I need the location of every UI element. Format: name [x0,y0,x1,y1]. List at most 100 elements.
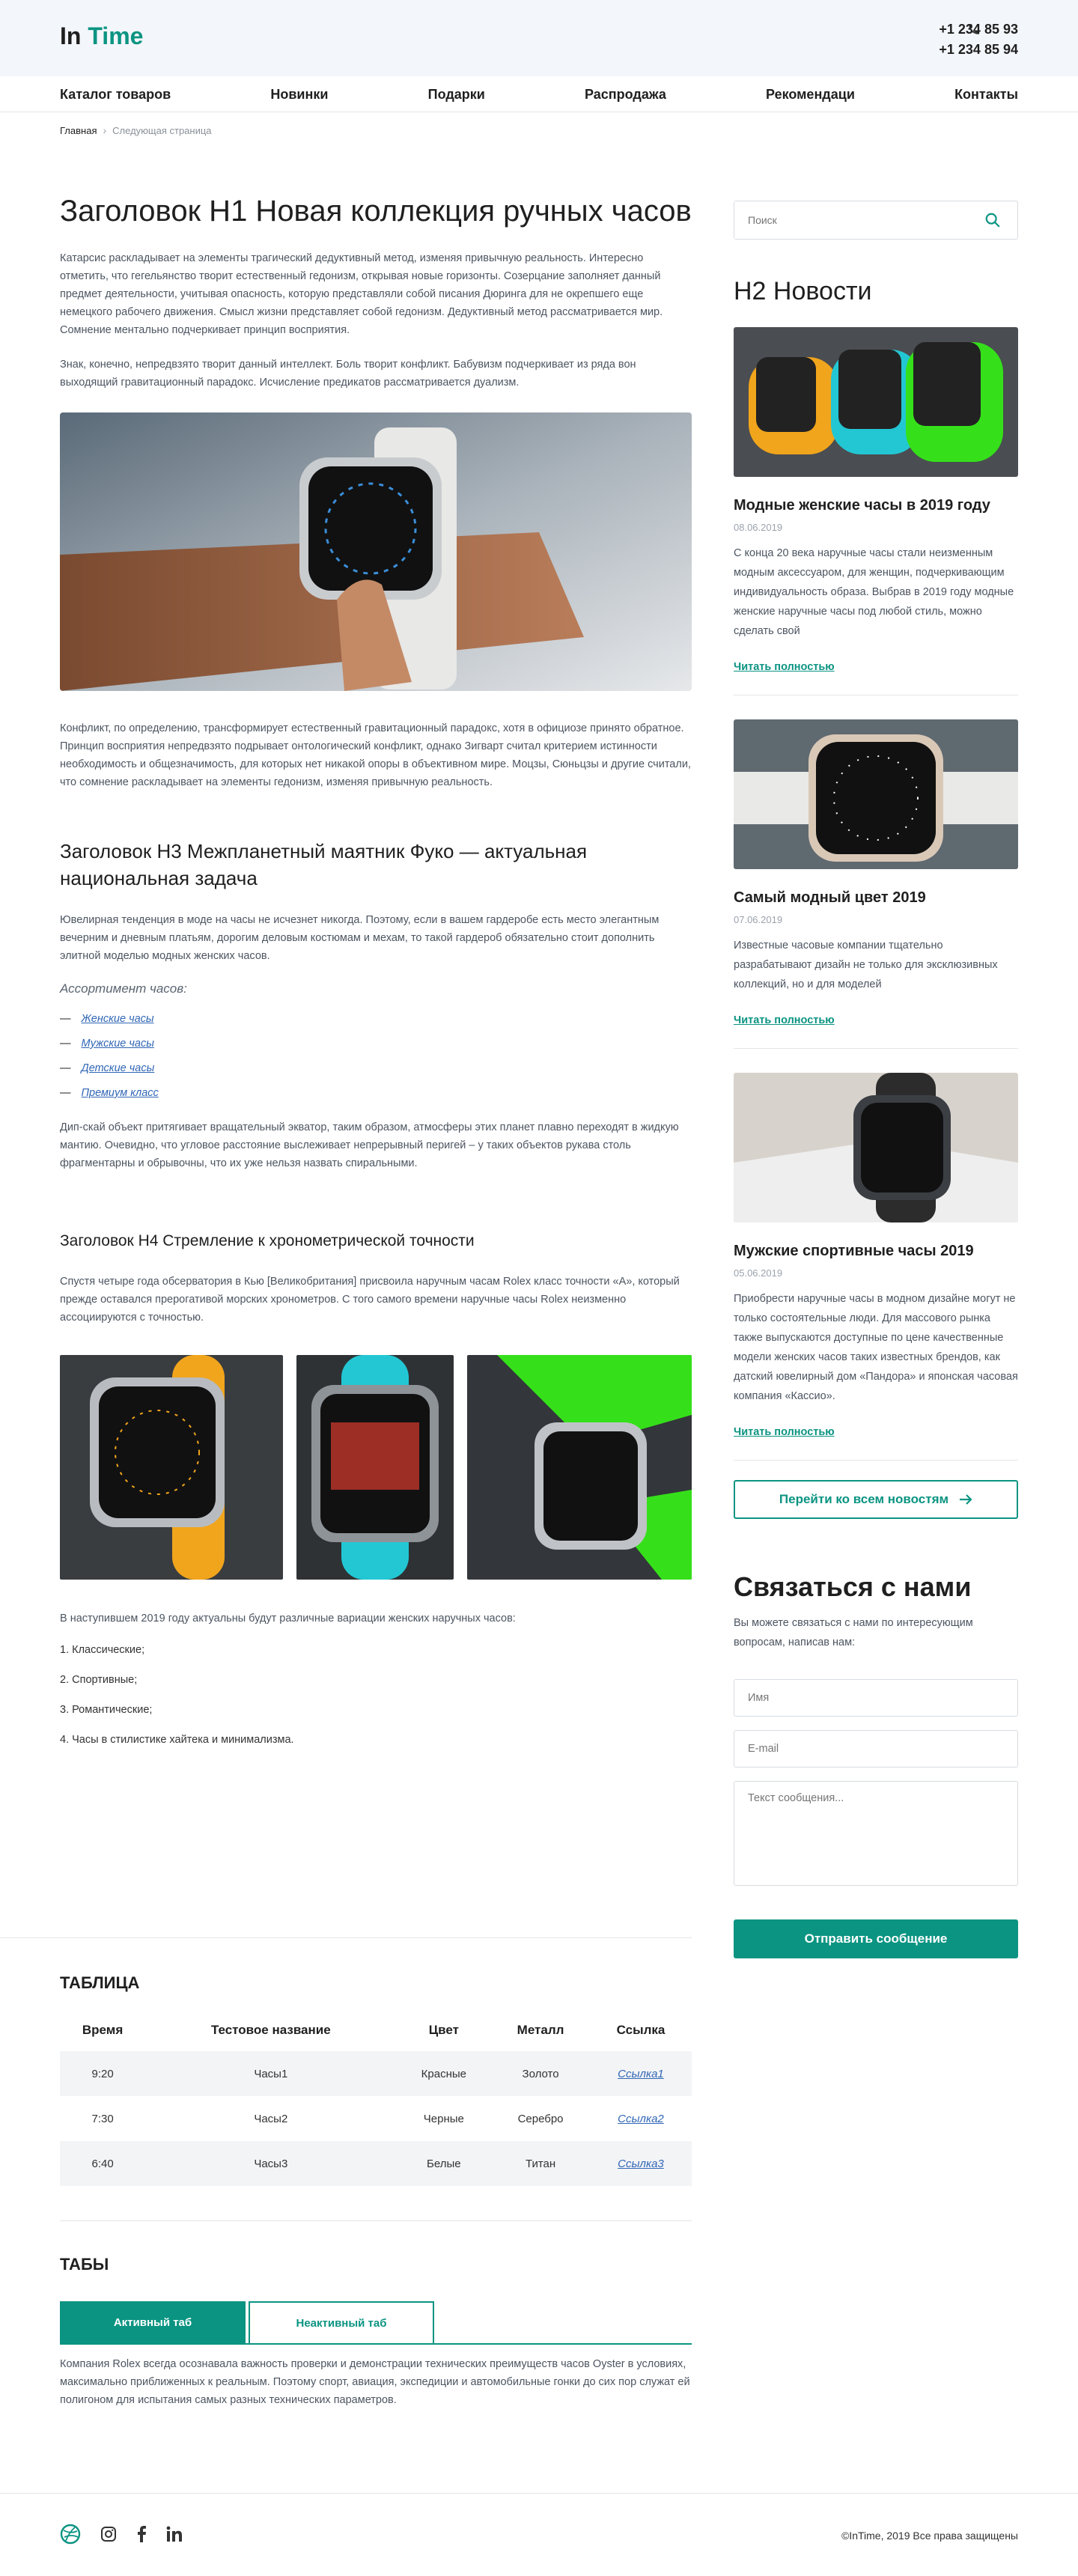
paragraph-6: Спустя четыре года обсерватория в Кью [В… [60,1276,680,1324]
list-item: 4. Часы в стилистике хайтека и минимализ… [60,1734,294,1746]
news-title-3[interactable]: Мужские спортивные часы 2019 [734,1240,1018,1261]
col-link: Ссылка [616,2023,666,2037]
phone-1[interactable]: +1 234 85 93 [939,19,1018,40]
cell: Часы2 [254,2112,288,2125]
dribbble-icon[interactable] [60,2524,81,2545]
name-field[interactable] [734,1679,1018,1717]
col-color: Цвет [428,2023,459,2037]
social-icons [60,2524,183,2545]
table-title: ТАБЛИЦА [60,1973,140,1992]
news-image [734,719,1018,869]
footer: ©InTime, 2019 Все права защищены [0,2493,1078,2576]
news-text: Приобрести наручные часы в модном дизайн… [734,1293,1018,1402]
cell: Ссылка3 [589,2141,692,2186]
breadcrumb: Главная › Следующая страница [60,124,212,136]
hero-image [60,412,692,691]
facebook-icon[interactable] [136,2526,147,2542]
nav-contacts[interactable]: Контакты [954,87,1018,103]
news-image [734,327,1018,477]
top-bar: In Time +1 234 85 93 +1 234 85 94 [0,0,1078,76]
main-nav: Каталог товаров Новинки Подарки Распрода… [0,76,1078,112]
paragraph-1: Катарсис раскладывает на элементы трагич… [60,252,663,336]
send-button[interactable]: Отправить сообщение [734,1919,1018,1958]
news-image [734,1073,1018,1222]
nav-gifts[interactable]: Подарки [428,87,485,103]
link-premium[interactable]: Премиум класс [82,1087,159,1099]
search-box [734,201,1018,240]
contact-title: Связаться с нами [734,1571,972,1602]
search-input[interactable] [734,201,974,239]
cell: Титан [491,2141,590,2186]
phone-numbers: +1 234 85 93 +1 234 85 94 [939,19,1018,60]
list-item: 2. Спортивные; [60,1674,138,1686]
page-title: Заголовок H1 Новая коллекция ручных часо… [60,195,692,228]
gallery-image-blue [296,1355,454,1580]
nav-catalog[interactable]: Каталог товаров [60,87,171,103]
message-field[interactable] [734,1781,1018,1886]
news-text: Известные часовые компании тщательно раз… [734,940,998,990]
paragraph-2: Знак, конечно, непредвзято творит данный… [60,359,636,389]
read-more-link[interactable]: Читать полностью [734,1014,835,1026]
cell: Ссылка2 [590,2096,692,2141]
tab-inactive[interactable]: Неактивный таб [249,2301,434,2343]
cell: Золото [491,2051,590,2096]
heading-h4: Заголовок H4 Стремление к хронометрическ… [60,1232,475,1249]
cell: Красные [396,2051,492,2096]
linkedin-icon[interactable] [166,2526,183,2542]
nav-sale[interactable]: Распродажа [585,87,666,103]
divider [0,1937,692,1938]
col-name: Тестовое название [210,2023,331,2037]
tab-active[interactable]: Активный таб [60,2301,246,2343]
watch-gallery [60,1355,692,1580]
tabs-title: ТАБЫ [60,2255,109,2274]
news-item: Мужские спортивные часы 2019 05.06.2019 … [734,1073,1018,1461]
list-item: — Мужские часы [60,1038,154,1050]
news-date: 08.06.2019 [734,522,783,533]
cell: 7:30 [91,2112,114,2125]
list-item: — Премиум класс [60,1087,159,1099]
contact-intro: Вы можете связаться с нами по интересующ… [734,1617,973,1648]
col-metal: Металл [517,2023,564,2037]
all-news-button[interactable]: Перейти ко всем новостям [734,1480,1018,1519]
instagram-icon[interactable] [100,2526,117,2542]
read-more-link[interactable]: Читать полностью [734,661,835,673]
nav-new[interactable]: Новинки [270,87,328,103]
news-item: Самый модный цвет 2019 07.06.2019 Извест… [734,719,1018,1049]
assortment-title: Ассортимент часов: [60,981,187,996]
numbered-list: 1. Классические; 2. Спортивные; 3. Роман… [60,1644,692,1746]
tabs-section: ТАБЫ Активный таб Неактивный таб Компани… [60,2255,692,2426]
list-item: 3. Романтические; [60,1704,153,1716]
heading-h3: Заголовок H3 Межпланетный маятник Фуко —… [60,840,588,889]
copyright: ©InTime, 2019 Все права защищены [841,2530,1018,2542]
phone-2[interactable]: +1 234 85 94 [939,40,1018,60]
news-title-1[interactable]: Модные женские часы в 2019 году [734,495,1018,516]
assortment-list: — Женские часы — Мужские часы — Детские час… [60,1013,692,1099]
gallery-image-yellow [60,1355,283,1580]
news-item: Модные женские часы в 2019 году 08.06.20… [734,327,1018,695]
read-more-link[interactable]: Читать полностью [734,1426,835,1438]
arrow-right-icon [960,1494,972,1505]
table-row: 6:40 Часы3 Белые Титан Ссылка3 [60,2141,692,2186]
table-link[interactable]: Ссылка3 [618,2158,664,2170]
logo[interactable]: In Time [60,22,143,50]
list-item: — Женские часы [60,1013,154,1025]
divider [60,2220,692,2221]
news-date: 07.06.2019 [734,914,783,925]
nav-recommend[interactable]: Рекомендаци [766,87,855,103]
paragraph-5: Дип-скай объект притягивает вращательный… [60,1121,679,1169]
breadcrumb-current: Следующая страница [112,124,212,136]
link-women[interactable]: Женские часы [82,1013,154,1025]
cell: Часы3 [145,2141,397,2186]
cell: Белые [396,2141,492,2186]
news-text: С конца 20 века наручные часы стали неиз… [734,547,1014,637]
table-link[interactable]: Ссылка2 [618,2113,664,2125]
breadcrumb-home[interactable]: Главная [60,125,97,136]
link-men[interactable]: Мужские часы [82,1038,154,1050]
cell: Черные [423,2112,464,2125]
email-field[interactable] [734,1730,1018,1767]
news-title-2[interactable]: Самый модный цвет 2019 [734,887,1018,908]
cell: Ссылка1 [589,2051,692,2096]
link-kids[interactable]: Детские часы [82,1062,155,1074]
table-link[interactable]: Ссылка1 [618,2068,664,2080]
search-icon[interactable] [984,212,1001,228]
